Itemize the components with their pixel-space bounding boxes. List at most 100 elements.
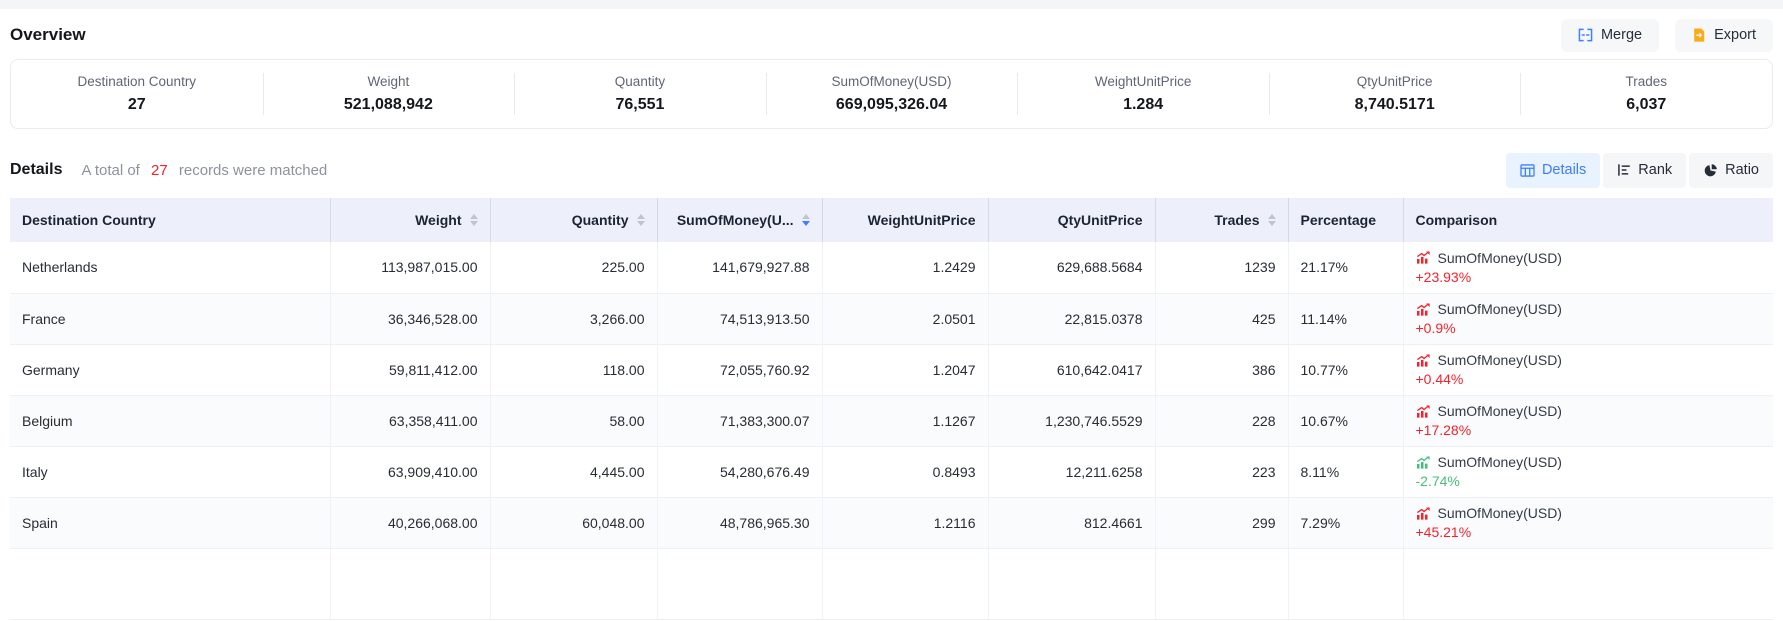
cell-qty-unit-price: 1,230,746.5529 bbox=[988, 395, 1155, 446]
stat-trades: Trades 6,037 bbox=[1520, 60, 1772, 128]
cell-percentage: 10.77% bbox=[1288, 344, 1403, 395]
cell-sum-of-money: 141,679,927.88 bbox=[657, 242, 822, 293]
table-row: Italy 63,909,410.00 4,445.00 54,280,676.… bbox=[10, 446, 1773, 497]
view-button-ratio[interactable]: Ratio bbox=[1689, 153, 1773, 188]
sort-carets-icon bbox=[470, 214, 478, 226]
cell-qty-unit-price: 22,815.0378 bbox=[988, 293, 1155, 344]
table-header-row: Destination Country Weight Quantity SumO… bbox=[10, 198, 1773, 242]
comparison-metric: SumOfMoney(USD) bbox=[1438, 403, 1562, 419]
cell-weight-unit-price: 1.2047 bbox=[822, 344, 988, 395]
merge-button[interactable]: Merge bbox=[1561, 19, 1659, 52]
column-header-weight[interactable]: Weight bbox=[330, 198, 490, 242]
stat-weight: Weight 521,088,942 bbox=[263, 60, 515, 128]
stat-weight-unit-price: WeightUnitPrice 1.284 bbox=[1017, 60, 1269, 128]
comparison-metric: SumOfMoney(USD) bbox=[1438, 454, 1562, 470]
export-button-label: Export bbox=[1714, 27, 1756, 43]
cell-weight: 63,358,411.00 bbox=[330, 395, 490, 446]
cell-qty-unit-price: 812.4661 bbox=[988, 497, 1155, 548]
match-count: 27 bbox=[144, 162, 175, 179]
stat-value: 76,551 bbox=[615, 96, 664, 114]
cell-qty-unit-price: 610,642.0417 bbox=[988, 344, 1155, 395]
column-header-quantity[interactable]: Quantity bbox=[490, 198, 657, 242]
column-header-trades[interactable]: Trades bbox=[1155, 198, 1288, 242]
page-header: Overview Merge Export bbox=[10, 18, 1773, 52]
cell-country: Spain bbox=[10, 497, 330, 548]
cell-quantity: 225.00 bbox=[490, 242, 657, 293]
fund-increase-icon bbox=[1416, 405, 1431, 418]
cell-weight: 59,811,412.00 bbox=[330, 344, 490, 395]
cell-trades: 228 bbox=[1155, 395, 1288, 446]
cell-comparison: SumOfMoney(USD) +45.21% bbox=[1403, 497, 1773, 548]
table-row-partial bbox=[10, 548, 1773, 619]
cell-comparison: SumOfMoney(USD) +23.93% bbox=[1403, 242, 1773, 293]
column-header-sum-of-money[interactable]: SumOfMoney(U... bbox=[657, 198, 822, 242]
comparison-metric: SumOfMoney(USD) bbox=[1438, 505, 1562, 521]
fund-increase-icon bbox=[1416, 354, 1431, 367]
cell-trades: 223 bbox=[1155, 446, 1288, 497]
sort-carets-icon bbox=[1268, 214, 1276, 226]
cell-weight: 63,909,410.00 bbox=[330, 446, 490, 497]
export-file-icon bbox=[1692, 28, 1706, 42]
comparison-change: +45.21% bbox=[1416, 524, 1762, 540]
column-header-weight-unit-price: WeightUnitPrice bbox=[822, 198, 988, 242]
view-button-rank[interactable]: Rank bbox=[1603, 153, 1686, 188]
fund-decrease-icon bbox=[1416, 456, 1431, 469]
comparison-metric: SumOfMoney(USD) bbox=[1438, 352, 1562, 368]
cell-quantity: 118.00 bbox=[490, 344, 657, 395]
merge-button-label: Merge bbox=[1601, 27, 1642, 43]
comparison-change: +17.28% bbox=[1416, 422, 1762, 438]
stat-value: 6,037 bbox=[1626, 96, 1666, 114]
stat-destination-country: Destination Country 27 bbox=[11, 60, 263, 128]
cell-qty-unit-price: 12,211.6258 bbox=[988, 446, 1155, 497]
cell-sum-of-money: 54,280,676.49 bbox=[657, 446, 822, 497]
cell-country: Netherlands bbox=[10, 242, 330, 293]
table-row: Netherlands 113,987,015.00 225.00 141,67… bbox=[10, 242, 1773, 293]
ratio-pie-icon bbox=[1703, 163, 1718, 178]
stat-qty-unit-price: QtyUnitPrice 8,740.5171 bbox=[1269, 60, 1521, 128]
cell-quantity: 58.00 bbox=[490, 395, 657, 446]
stat-label: Weight bbox=[367, 74, 409, 89]
cell-sum-of-money: 74,513,913.50 bbox=[657, 293, 822, 344]
cell-trades: 1239 bbox=[1155, 242, 1288, 293]
view-button-label: Ratio bbox=[1725, 162, 1759, 178]
export-button[interactable]: Export bbox=[1675, 19, 1773, 52]
table-row: Spain 40,266,068.00 60,048.00 48,786,965… bbox=[10, 497, 1773, 548]
stat-label: SumOfMoney(USD) bbox=[832, 74, 952, 89]
cell-quantity: 60,048.00 bbox=[490, 497, 657, 548]
cell-percentage: 8.11% bbox=[1288, 446, 1403, 497]
merge-cells-icon bbox=[1578, 28, 1593, 42]
view-button-details[interactable]: Details bbox=[1506, 153, 1600, 188]
comparison-metric: SumOfMoney(USD) bbox=[1438, 250, 1562, 266]
cell-weight-unit-price: 2.0501 bbox=[822, 293, 988, 344]
comparison-change: -2.74% bbox=[1416, 473, 1762, 489]
stat-sum-of-money: SumOfMoney(USD) 669,095,326.04 bbox=[766, 60, 1018, 128]
stat-label: QtyUnitPrice bbox=[1357, 74, 1433, 89]
page-title: Overview bbox=[10, 25, 86, 45]
column-header-percentage: Percentage bbox=[1288, 198, 1403, 242]
fund-increase-icon bbox=[1416, 303, 1431, 316]
table-row: Belgium 63,358,411.00 58.00 71,383,300.0… bbox=[10, 395, 1773, 446]
cell-trades: 299 bbox=[1155, 497, 1288, 548]
cell-quantity: 4,445.00 bbox=[490, 446, 657, 497]
cell-comparison: SumOfMoney(USD) -2.74% bbox=[1403, 446, 1773, 497]
toolbar: Merge Export bbox=[1561, 19, 1773, 52]
cell-country: Belgium bbox=[10, 395, 330, 446]
cell-comparison: SumOfMoney(USD) +0.9% bbox=[1403, 293, 1773, 344]
cell-weight-unit-price: 0.8493 bbox=[822, 446, 988, 497]
stat-value: 27 bbox=[128, 96, 146, 114]
fund-increase-icon bbox=[1416, 507, 1431, 520]
sort-carets-icon bbox=[637, 214, 645, 226]
column-header-destination-country: Destination Country bbox=[10, 198, 330, 242]
sort-carets-icon-desc-active bbox=[802, 214, 810, 226]
cell-weight-unit-price: 1.2429 bbox=[822, 242, 988, 293]
rank-icon bbox=[1617, 163, 1631, 177]
cell-weight: 40,266,068.00 bbox=[330, 497, 490, 548]
details-title: Details bbox=[10, 161, 62, 179]
comparison-change: +0.44% bbox=[1416, 371, 1762, 387]
cell-weight-unit-price: 1.1267 bbox=[822, 395, 988, 446]
view-button-label: Rank bbox=[1638, 162, 1672, 178]
cell-weight: 113,987,015.00 bbox=[330, 242, 490, 293]
match-summary-suffix: records were matched bbox=[179, 162, 327, 179]
cell-percentage: 10.67% bbox=[1288, 395, 1403, 446]
cell-country: Germany bbox=[10, 344, 330, 395]
